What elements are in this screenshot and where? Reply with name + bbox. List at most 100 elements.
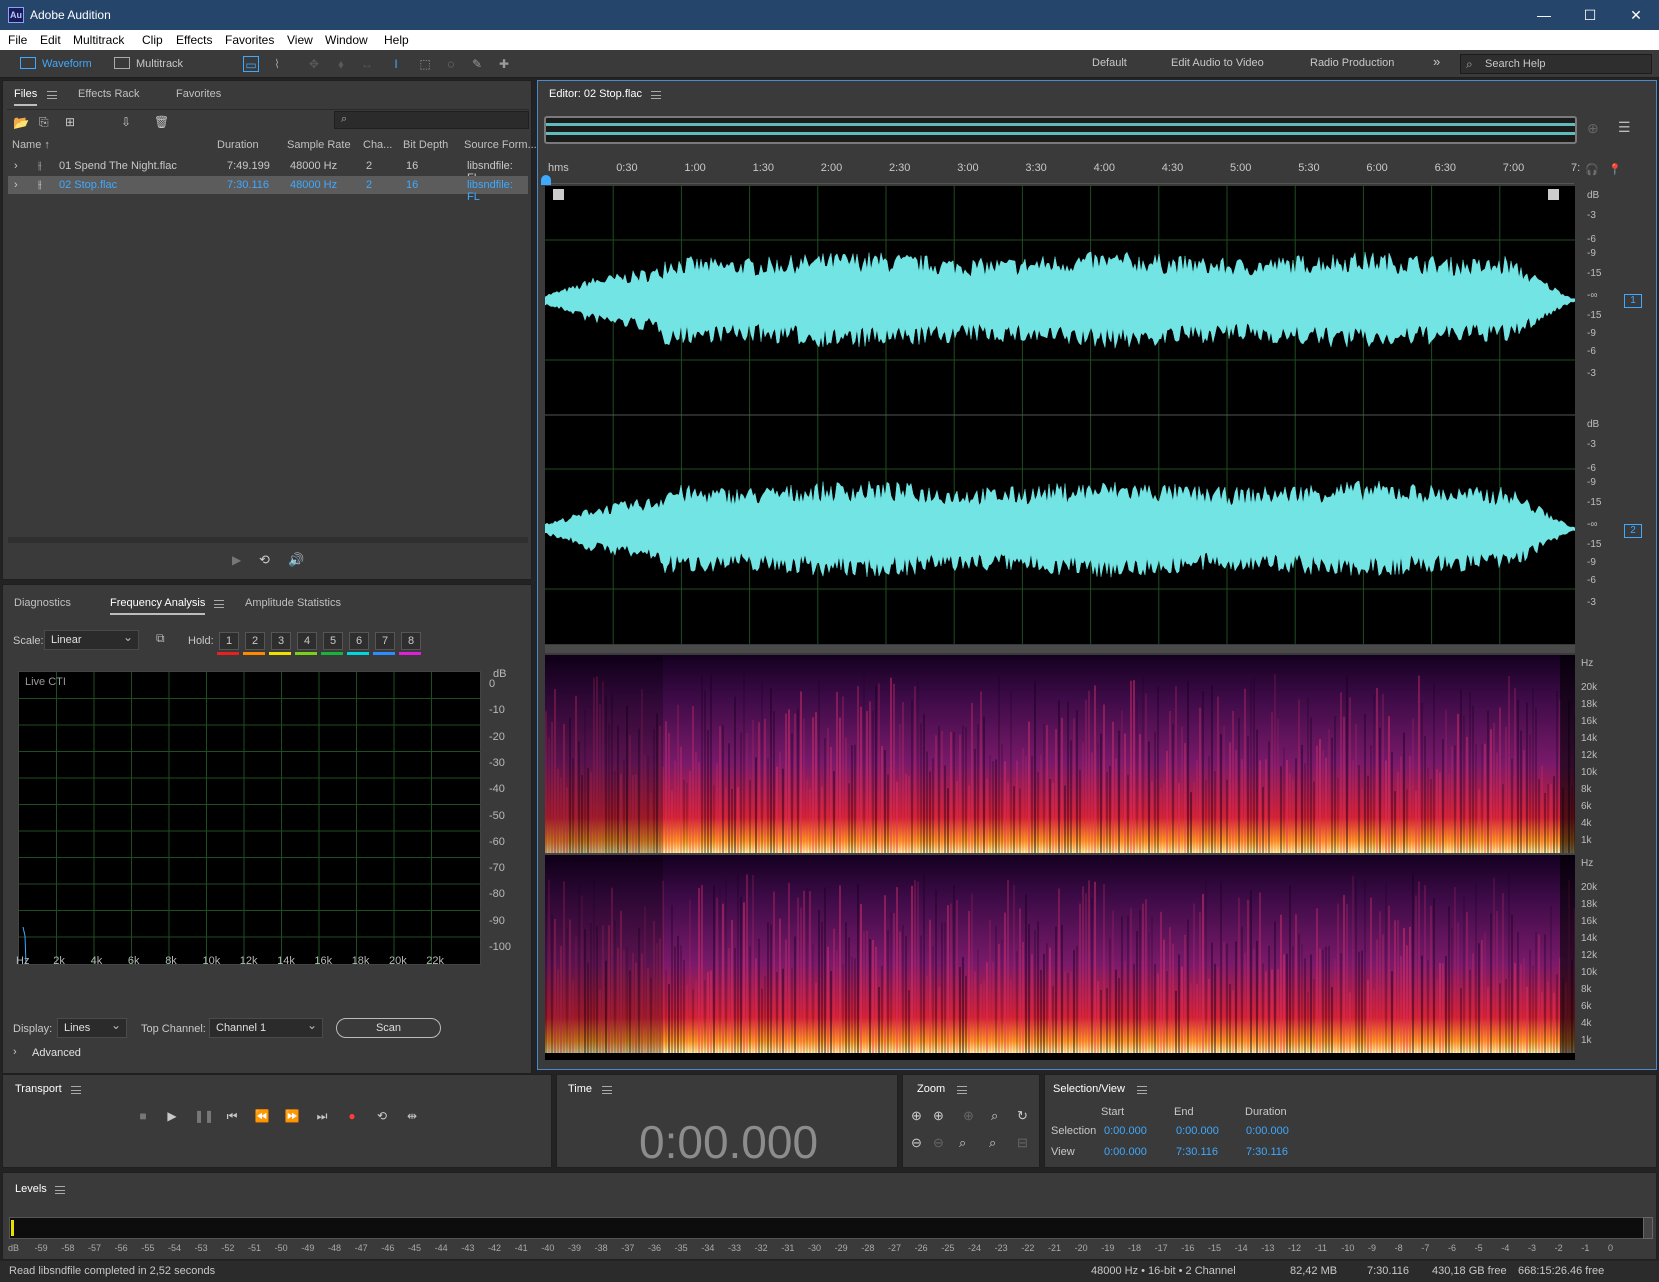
col-channels[interactable]: Cha...	[363, 139, 392, 151]
move-tool-icon[interactable]: ✥	[306, 56, 322, 72]
sv-view-end[interactable]: 7:30.116	[1176, 1146, 1218, 1158]
tab-files[interactable]: Files	[14, 88, 38, 106]
menu-multitrack[interactable]: Multitrack	[73, 33, 124, 47]
hold-button-7[interactable]: 7	[375, 632, 395, 650]
advanced-toggle[interactable]: Advanced	[32, 1047, 81, 1059]
expand-chevron-icon[interactable]: ›	[14, 160, 18, 172]
channel-2-badge[interactable]: 2	[1624, 524, 1642, 538]
slip-tool-icon[interactable]: ↔	[359, 56, 375, 72]
sv-selection-end[interactable]: 0:00.000	[1176, 1125, 1219, 1137]
zoom-full-icon[interactable]: ⌕	[989, 1135, 996, 1151]
fade-in-handle-icon[interactable]	[553, 189, 564, 200]
zoom-in-amplitude-icon[interactable]: ⊕	[911, 1108, 922, 1124]
zoom-in-time-icon[interactable]: ⊕	[933, 1108, 944, 1124]
rewind-icon[interactable]: ⏪	[253, 1108, 271, 1124]
col-duration[interactable]: Duration	[217, 139, 259, 151]
skip-selection-icon[interactable]: ⇹	[403, 1108, 421, 1124]
col-source-format[interactable]: Source Form...	[464, 139, 537, 151]
hold-button-8[interactable]: 8	[401, 632, 421, 650]
brush-tool-icon[interactable]: ✎	[469, 56, 485, 72]
scan-button[interactable]: Scan	[336, 1018, 441, 1038]
tab-frequency-analysis[interactable]: Frequency Analysis	[110, 597, 206, 615]
expand-chevron-icon[interactable]: ›	[14, 179, 18, 191]
col-bit-depth[interactable]: Bit Depth	[403, 139, 448, 151]
play-preview-icon[interactable]: ▶	[232, 553, 241, 567]
sv-view-duration[interactable]: 7:30.116	[1246, 1146, 1288, 1158]
loop-playback-icon[interactable]: ⟲	[373, 1108, 391, 1124]
selection-view-menu-icon[interactable]	[1137, 1086, 1147, 1094]
new-file-icon[interactable]: ⊞	[65, 115, 75, 129]
hold-button-4[interactable]: 4	[297, 632, 317, 650]
fade-out-handle-icon[interactable]	[1548, 189, 1559, 200]
col-name[interactable]: Name ↑	[12, 139, 50, 151]
zoom-navigator-icon[interactable]: ⊕	[1587, 120, 1599, 137]
marker-pin-icon[interactable]: 📍	[1608, 163, 1622, 176]
tab-effects-rack[interactable]: Effects Rack	[78, 88, 140, 100]
workspace-radio-production[interactable]: Radio Production	[1310, 57, 1394, 69]
menu-view[interactable]: View	[287, 33, 313, 47]
top-channel-dropdown[interactable]: Channel 1	[209, 1018, 323, 1038]
sv-selection-start[interactable]: 0:00.000	[1104, 1125, 1147, 1137]
lasso-tool-icon[interactable]: ◌	[443, 56, 459, 72]
record-icon[interactable]: ●	[343, 1108, 361, 1124]
waveform-tab[interactable]: Waveform	[20, 55, 92, 73]
fast-forward-icon[interactable]: ⏩	[283, 1108, 301, 1124]
files-filter-input[interactable]: ⌕	[334, 111, 529, 129]
workspace-overflow-icon[interactable]: »	[1433, 54, 1440, 69]
insert-into-multitrack-icon[interactable]: ⇩	[121, 115, 131, 129]
open-file-icon[interactable]: 📂	[13, 115, 29, 131]
autoplay-icon[interactable]: 🔊	[288, 552, 304, 568]
hold-button-6[interactable]: 6	[349, 632, 369, 650]
transport-menu-icon[interactable]	[71, 1086, 81, 1094]
tab-amplitude-statistics[interactable]: Amplitude Statistics	[245, 597, 341, 609]
zoom-out-amplitude-icon[interactable]: ⊖	[911, 1135, 922, 1151]
workspace-edit-audio-to-video[interactable]: Edit Audio to Video	[1171, 57, 1264, 69]
razor-tool-icon[interactable]: ⬧	[333, 56, 349, 72]
menu-help[interactable]: Help	[384, 33, 409, 47]
skip-to-start-icon[interactable]: ⏮	[223, 1108, 241, 1124]
close-icon[interactable]: ✕	[1613, 0, 1659, 30]
clip-indicator[interactable]	[1643, 1217, 1653, 1239]
log-toggle-icon[interactable]: ⧉	[156, 631, 165, 646]
loop-preview-icon[interactable]: ⟲	[259, 552, 270, 568]
time-menu-icon[interactable]	[602, 1086, 612, 1094]
waveform-display[interactable]	[545, 186, 1575, 644]
tab-favorites[interactable]: Favorites	[176, 88, 221, 100]
multitrack-tab[interactable]: Multitrack	[114, 55, 183, 73]
minimize-icon[interactable]: —	[1521, 0, 1567, 30]
sv-view-start[interactable]: 0:00.000	[1104, 1146, 1147, 1158]
spectral-display[interactable]	[545, 655, 1575, 1060]
spot-healing-icon[interactable]: ✚	[496, 56, 512, 72]
zoom-out-full-icon[interactable]: ⌕	[959, 1135, 966, 1151]
menu-edit[interactable]: Edit	[40, 33, 61, 47]
sv-selection-duration[interactable]: 0:00.000	[1246, 1125, 1289, 1137]
zoom-reset-icon[interactable]: ↻	[1017, 1108, 1028, 1124]
menu-effects[interactable]: Effects	[176, 33, 212, 47]
display-dropdown[interactable]: Lines	[57, 1018, 127, 1038]
import-file-icon[interactable]: ⎘	[39, 115, 49, 130]
editor-menu-icon[interactable]	[651, 91, 661, 99]
hold-button-2[interactable]: 2	[245, 632, 265, 650]
trash-icon[interactable]: 🗑	[154, 115, 169, 129]
zoom-menu-icon[interactable]	[957, 1086, 967, 1094]
advanced-chevron-icon[interactable]: ›	[13, 1046, 17, 1058]
tab-diagnostics[interactable]: Diagnostics	[14, 597, 71, 609]
files-panel-menu-icon[interactable]	[47, 91, 57, 99]
zoom-in-point-icon[interactable]: ⊕	[963, 1108, 974, 1124]
zoom-track-icon[interactable]: ⊟	[1017, 1135, 1028, 1151]
menu-file[interactable]: File	[8, 33, 27, 47]
file-row[interactable]: › ⫲ 01 Spend The Night.flac 7:49.199 480…	[8, 157, 528, 184]
menu-clip[interactable]: Clip	[142, 33, 163, 47]
search-help-box[interactable]: ⌕ Search Help	[1460, 54, 1652, 74]
menu-favorites[interactable]: Favorites	[225, 33, 274, 47]
overview-navigator[interactable]	[544, 116, 1577, 144]
skip-to-end-icon[interactable]: ⏭	[313, 1108, 331, 1124]
maximize-icon[interactable]: ☐	[1567, 0, 1613, 30]
analysis-panel-menu-icon[interactable]	[214, 600, 224, 608]
levels-menu-icon[interactable]	[55, 1186, 65, 1194]
pitch-display-icon[interactable]: ⌇	[269, 56, 285, 72]
files-hscrollbar[interactable]	[8, 537, 528, 543]
playhead-marker-icon[interactable]	[541, 175, 551, 185]
hold-button-5[interactable]: 5	[323, 632, 343, 650]
spectral-display-icon[interactable]: ▭	[243, 56, 259, 72]
